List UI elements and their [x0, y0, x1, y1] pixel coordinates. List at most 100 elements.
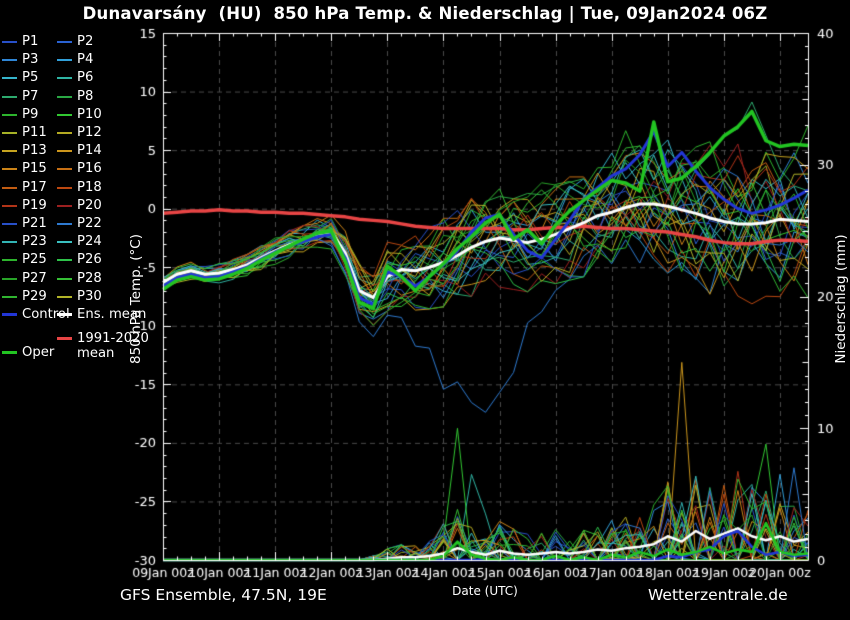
- legend-label: P23: [22, 235, 47, 249]
- legend-label: P11: [22, 126, 47, 140]
- legend-label: P7: [22, 90, 38, 104]
- legend-item-p20: P20: [57, 199, 179, 213]
- legend-label: P30: [77, 290, 102, 304]
- legend-item-p10: P10: [57, 108, 179, 122]
- legend-swatch: [57, 114, 72, 116]
- legend-item-p4: P4: [57, 53, 179, 67]
- legend-item-p23: P23: [2, 235, 57, 249]
- legend-swatch: [57, 132, 72, 134]
- legend-label: P4: [77, 53, 93, 67]
- legend-item-p11: P11: [2, 126, 57, 140]
- legend-swatch: [57, 313, 72, 316]
- legend-label: 1991-2020 mean: [77, 331, 175, 361]
- legend-item-1991-2020-mean: 1991-2020 mean: [57, 331, 175, 361]
- legend-label: P19: [22, 199, 47, 213]
- legend-swatch: [2, 241, 17, 243]
- legend-label: P16: [77, 162, 102, 176]
- legend-label: P12: [77, 126, 102, 140]
- chart-title: Dunavarsány (HU) 850 hPa Temp. & Nieders…: [0, 4, 850, 23]
- legend-label: Oper: [22, 345, 54, 360]
- legend-swatch: [2, 77, 17, 79]
- legend-swatch: [2, 187, 17, 189]
- legend-swatch: [57, 223, 72, 225]
- legend-swatch: [2, 168, 17, 170]
- legend-item-p3: P3: [2, 53, 57, 67]
- legend-label: P20: [77, 199, 102, 213]
- legend-label: P3: [22, 53, 38, 67]
- legend-swatch: [57, 59, 72, 61]
- legend-item-ens-mean: Ens. mean: [57, 308, 179, 322]
- legend-item-p7: P7: [2, 90, 57, 104]
- legend-item-p6: P6: [57, 71, 179, 85]
- legend-swatch: [2, 313, 17, 316]
- legend-item-p13: P13: [2, 144, 57, 158]
- legend-swatch: [2, 59, 17, 61]
- legend-item-p27: P27: [2, 272, 57, 286]
- legend-item-oper: Oper: [2, 345, 57, 360]
- legend-item-p17: P17: [2, 181, 57, 195]
- legend-label: P24: [77, 235, 102, 249]
- legend-label: P6: [77, 71, 93, 85]
- legend-swatch: [57, 205, 72, 207]
- legend-item-p26: P26: [57, 253, 179, 267]
- legend-item-p22: P22: [57, 217, 179, 231]
- legend-label: P8: [77, 90, 93, 104]
- legend-swatch: [57, 296, 72, 298]
- legend-item-p25: P25: [2, 253, 57, 267]
- legend-item-p19: P19: [2, 199, 57, 213]
- y-axis-label-temp: 850 hPa Temp. (°C): [128, 179, 144, 419]
- legend-label: P5: [22, 71, 38, 85]
- ensemble-legend: P1 P2 P3 P4 P5 P6 P7 P8 P9 P10 P11 P12 P13 P14 P15 P16 P…: [2, 33, 179, 324]
- legend-item-p8: P8: [57, 90, 179, 104]
- legend-item-p14: P14: [57, 144, 179, 158]
- legend-label: P1: [22, 35, 38, 49]
- legend-swatch: [57, 337, 72, 340]
- legend-label: P25: [22, 253, 47, 267]
- legend-label: P15: [22, 162, 47, 176]
- legend-swatch: [57, 150, 72, 152]
- legend-swatch: [57, 241, 72, 243]
- legend-label: P28: [77, 272, 102, 286]
- legend-swatch: [2, 259, 17, 261]
- legend-swatch: [57, 77, 72, 79]
- legend-item-p18: P18: [57, 181, 179, 195]
- legend-swatch: [2, 296, 17, 298]
- legend-item-p2: P2: [57, 35, 179, 49]
- legend-label: P2: [77, 35, 93, 49]
- legend-swatch: [57, 187, 72, 189]
- legend-swatch: [2, 351, 17, 354]
- legend-swatch: [57, 41, 72, 43]
- legend-item-p24: P24: [57, 235, 179, 249]
- legend-item-p16: P16: [57, 162, 179, 176]
- legend-swatch: [2, 205, 17, 207]
- legend-item-p28: P28: [57, 272, 179, 286]
- legend-swatch: [57, 96, 72, 98]
- ensemble-legend-extras: Oper 1991-2020 mean: [2, 331, 187, 361]
- legend-label: P17: [22, 181, 47, 195]
- legend-swatch: [2, 114, 17, 116]
- legend-label: P26: [77, 253, 102, 267]
- y-axis-label-precip: Niederschlag (mm): [833, 179, 849, 419]
- legend-item-p9: P9: [2, 108, 57, 122]
- legend-label: P13: [22, 144, 47, 158]
- weather-ensemble-page: Dunavarsány (HU) 850 hPa Temp. & Nieders…: [0, 0, 850, 620]
- legend-item-p5: P5: [2, 71, 57, 85]
- legend-item-p12: P12: [57, 126, 179, 140]
- legend-item-p21: P21: [2, 217, 57, 231]
- legend-item-control: Control: [2, 308, 57, 322]
- legend-label: P9: [22, 108, 38, 122]
- legend-label: P18: [77, 181, 102, 195]
- footer-model-info: GFS Ensemble, 47.5N, 19E: [120, 586, 327, 604]
- legend-label: P22: [77, 217, 102, 231]
- legend-swatch: [2, 278, 17, 280]
- legend-label: P14: [77, 144, 102, 158]
- legend-swatch: [2, 96, 17, 98]
- legend-swatch: [57, 278, 72, 280]
- legend-label: P29: [22, 290, 47, 304]
- legend-item-p15: P15: [2, 162, 57, 176]
- legend-label: P27: [22, 272, 47, 286]
- legend-swatch: [2, 132, 17, 134]
- legend-swatch: [57, 259, 72, 261]
- legend-label: P21: [22, 217, 47, 231]
- footer-site-name: Wetterzentrale.de: [648, 586, 788, 604]
